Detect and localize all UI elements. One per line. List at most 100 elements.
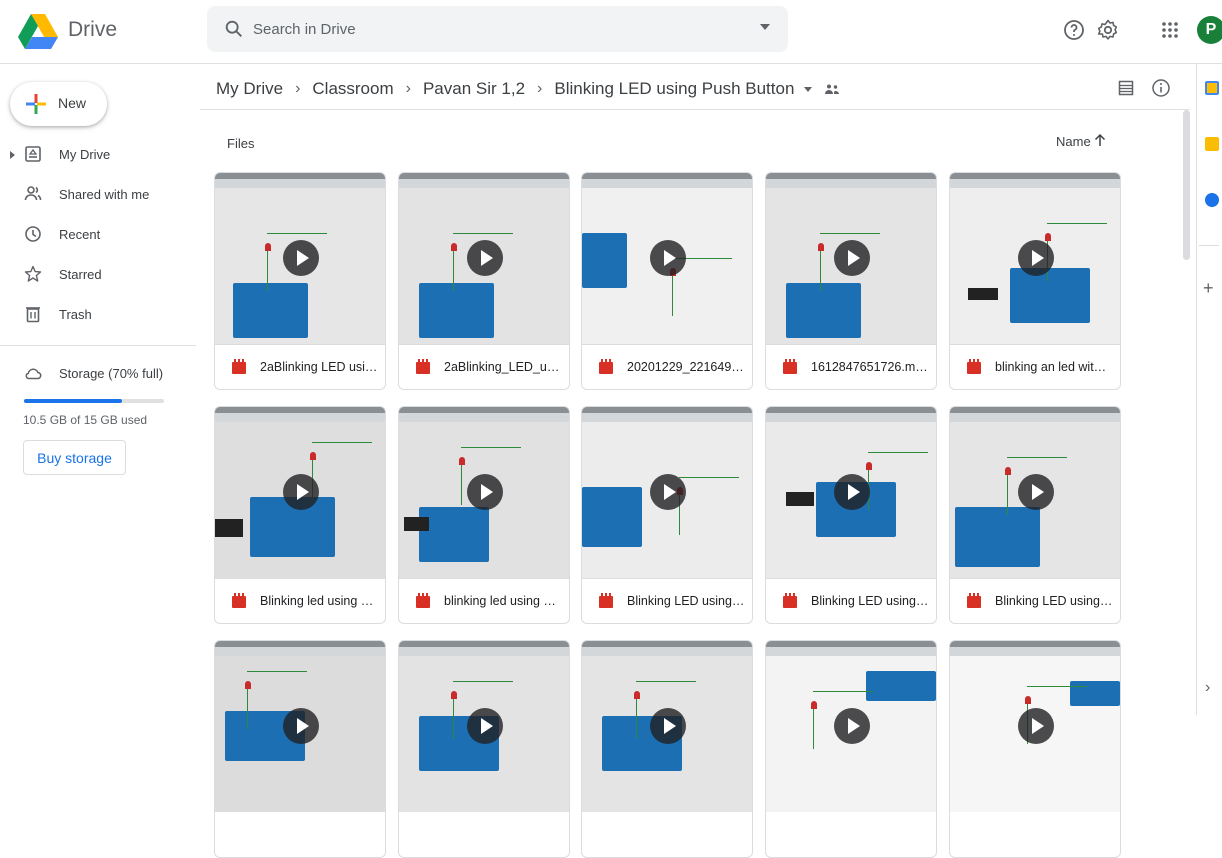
drive-logo-icon[interactable] — [18, 14, 58, 50]
folder-menu-icon[interactable] — [804, 86, 813, 92]
search-icon[interactable] — [223, 18, 245, 40]
video-thumbnail[interactable] — [582, 407, 752, 578]
play-icon[interactable] — [650, 474, 686, 510]
play-icon[interactable] — [283, 474, 319, 510]
play-icon[interactable] — [650, 708, 686, 744]
file-card[interactable]: 2aBlinking_LED_using_... — [398, 172, 570, 390]
file-name[interactable]: 20201229_221649.mp4 — [627, 360, 745, 374]
file-caption[interactable]: Blinking LED using Pus... — [582, 578, 752, 623]
play-icon[interactable] — [834, 708, 870, 744]
file-caption[interactable]: 2aBlinking_LED_using_... — [399, 344, 569, 389]
chevron-right-icon[interactable]: › — [1205, 679, 1210, 697]
wire — [461, 447, 521, 448]
video-thumbnail[interactable] — [215, 641, 385, 812]
file-card[interactable]: Blinking LED using Pus... — [765, 406, 937, 624]
video-thumbnail[interactable] — [766, 641, 936, 812]
play-icon[interactable] — [1018, 708, 1054, 744]
file-card[interactable]: Blinking LED using pus... — [949, 406, 1121, 624]
file-name[interactable]: Blinking LED using Pus... — [627, 594, 745, 608]
apps-grid-icon[interactable] — [1158, 18, 1182, 42]
video-thumbnail[interactable] — [582, 173, 752, 344]
video-thumbnail[interactable] — [950, 173, 1120, 344]
arrow-up-icon[interactable] — [1093, 132, 1107, 148]
file-caption[interactable]: Blinking led using push... — [215, 578, 385, 623]
file-name[interactable]: Blinking LED using Pus... — [811, 594, 929, 608]
tasks-icon[interactable] — [1205, 193, 1219, 207]
play-icon[interactable] — [834, 240, 870, 276]
file-card[interactable]: Blinking led using push... — [214, 406, 386, 624]
scrollbar-thumb[interactable] — [1183, 110, 1190, 260]
file-caption[interactable]: 2aBlinking LED using p... — [215, 344, 385, 389]
breadcrumb-item[interactable]: My Drive — [216, 79, 283, 99]
help-icon[interactable] — [1062, 18, 1086, 42]
play-icon[interactable] — [467, 240, 503, 276]
sidebar-item-shared[interactable]: Shared with me — [0, 178, 200, 212]
expand-arrow-icon[interactable] — [10, 151, 15, 159]
file-card[interactable]: Blinking LED using Pus... — [581, 406, 753, 624]
file-name[interactable]: Blinking LED using pus... — [995, 594, 1113, 608]
video-thumbnail[interactable] — [399, 407, 569, 578]
file-card[interactable]: 20201229_221649.mp4 — [581, 172, 753, 390]
file-name[interactable]: Blinking led using push... — [260, 594, 378, 608]
file-name[interactable]: blinking an led with pu... — [995, 360, 1113, 374]
breadcrumb-item[interactable]: Pavan Sir 1,2 — [423, 79, 525, 99]
video-thumbnail[interactable] — [582, 641, 752, 812]
file-card[interactable] — [949, 640, 1121, 858]
play-icon[interactable] — [1018, 474, 1054, 510]
settings-icon[interactable] — [1096, 18, 1120, 42]
file-card[interactable]: 2aBlinking LED using p... — [214, 172, 386, 390]
play-icon[interactable] — [283, 240, 319, 276]
sort-label[interactable]: Name — [1056, 134, 1091, 149]
breadcrumb-item[interactable]: Classroom — [312, 79, 393, 99]
info-icon[interactable] — [1151, 78, 1171, 98]
file-card[interactable] — [765, 640, 937, 858]
video-thumbnail[interactable] — [215, 407, 385, 578]
file-caption[interactable]: 20201229_221649.mp4 — [582, 344, 752, 389]
file-card[interactable]: blinking led using push... — [398, 406, 570, 624]
keep-icon[interactable] — [1205, 137, 1219, 151]
file-card[interactable] — [581, 640, 753, 858]
wire — [453, 681, 513, 682]
file-card[interactable] — [214, 640, 386, 858]
list-view-icon[interactable] — [1118, 80, 1134, 96]
sidebar-item-starred[interactable]: Starred — [0, 258, 200, 292]
video-thumbnail[interactable] — [950, 641, 1120, 812]
add-addon-icon[interactable]: + — [1203, 278, 1214, 299]
buy-storage-button[interactable]: Buy storage — [23, 440, 126, 475]
play-icon[interactable] — [650, 240, 686, 276]
file-caption[interactable]: blinking an led with pu... — [950, 344, 1120, 389]
file-caption[interactable]: blinking led using push... — [399, 578, 569, 623]
play-icon[interactable] — [1018, 240, 1054, 276]
file-name[interactable]: 2aBlinking_LED_using_... — [444, 360, 562, 374]
play-icon[interactable] — [283, 708, 319, 744]
avatar[interactable]: P — [1197, 16, 1222, 44]
video-thumbnail[interactable] — [766, 173, 936, 344]
sidebar-item-my-drive[interactable]: My Drive — [0, 138, 200, 172]
sidebar-item-storage[interactable]: Storage (70% full) — [0, 357, 200, 391]
play-icon[interactable] — [834, 474, 870, 510]
file-card[interactable]: blinking an led with pu... — [949, 172, 1121, 390]
file-name[interactable]: 2aBlinking LED using p... — [260, 360, 378, 374]
file-name[interactable]: 1612847651726.mp4 — [811, 360, 929, 374]
video-thumbnail[interactable] — [399, 641, 569, 812]
file-card[interactable]: 1612847651726.mp4 — [765, 172, 937, 390]
file-caption[interactable]: 1612847651726.mp4 — [766, 344, 936, 389]
file-card[interactable] — [398, 640, 570, 858]
play-icon[interactable] — [467, 474, 503, 510]
new-button[interactable]: New — [10, 82, 107, 126]
video-thumbnail[interactable] — [215, 173, 385, 344]
video-thumbnail[interactable] — [399, 173, 569, 344]
video-thumbnail[interactable] — [950, 407, 1120, 578]
calendar-icon[interactable] — [1205, 81, 1219, 95]
video-thumbnail[interactable] — [766, 407, 936, 578]
search-input[interactable] — [253, 16, 733, 42]
search-box[interactable] — [207, 6, 788, 52]
search-options-icon[interactable] — [760, 24, 770, 30]
file-caption[interactable]: Blinking LED using Pus... — [766, 578, 936, 623]
file-name[interactable]: blinking led using push... — [444, 594, 562, 608]
breadcrumb-current-folder[interactable]: Blinking LED using Push Button — [554, 79, 794, 99]
sidebar-item-trash[interactable]: Trash — [0, 298, 200, 332]
sidebar-item-recent[interactable]: Recent — [0, 218, 200, 252]
play-icon[interactable] — [467, 708, 503, 744]
file-caption[interactable]: Blinking LED using pus... — [950, 578, 1120, 623]
